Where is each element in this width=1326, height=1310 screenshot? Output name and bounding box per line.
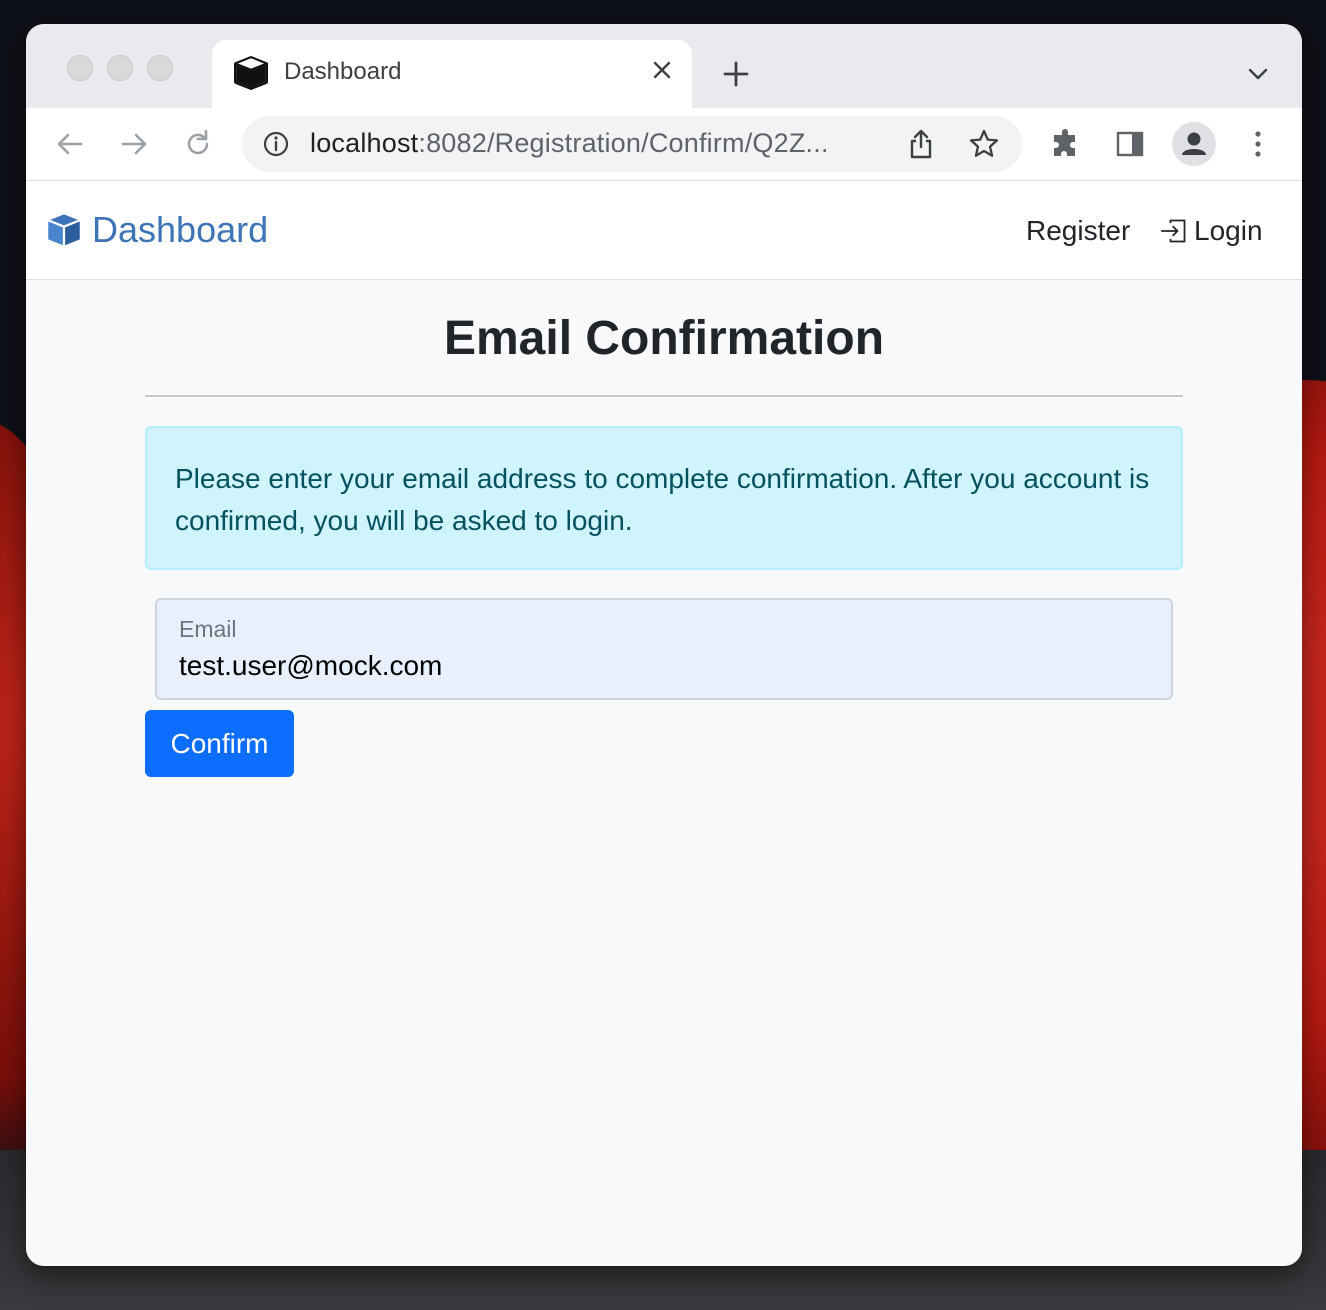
browser-window: Dashboard localhost:8082/Registration/Co… <box>26 24 1302 1266</box>
address-bar[interactable]: localhost:8082/Registration/Confirm/Q2Z.… <box>242 116 1022 172</box>
confirm-button[interactable]: Confirm <box>145 710 294 777</box>
site-info-icon[interactable] <box>262 130 290 158</box>
login-label: Login <box>1194 215 1263 246</box>
brand-link[interactable]: Dashboard <box>46 209 268 251</box>
bookmark-star-icon[interactable] <box>968 128 1000 160</box>
tab-dashboard[interactable]: Dashboard <box>212 40 692 108</box>
login-link[interactable]: Login <box>1160 215 1263 247</box>
new-tab-plus-icon[interactable] <box>722 60 750 88</box>
url-path: :8082/Registration/Confirm/Q2Z... <box>418 128 829 158</box>
url-host: localhost <box>310 128 419 158</box>
brand-text: Dashboard <box>92 209 269 250</box>
browser-toolbar: localhost:8082/Registration/Confirm/Q2Z.… <box>26 108 1302 181</box>
tab-strip: Dashboard <box>26 24 1302 108</box>
share-icon[interactable] <box>906 128 936 160</box>
tab-title: Dashboard <box>284 58 402 85</box>
email-field[interactable] <box>179 648 1139 684</box>
page-title: Email Confirmation <box>443 312 885 365</box>
more-vert-icon[interactable] <box>1242 128 1274 160</box>
email-label: Email <box>179 616 237 642</box>
extensions-puzzle-icon[interactable] <box>1050 128 1082 160</box>
window-close-button[interactable] <box>67 55 93 81</box>
profile-avatar[interactable] <box>1172 122 1216 166</box>
tab-close-icon[interactable] <box>650 58 674 82</box>
window-minimize-button[interactable] <box>107 55 133 81</box>
alert-text: Please enter your email address to compl… <box>175 463 1150 536</box>
box-arrow-in-right-icon <box>1160 219 1186 243</box>
title-divider <box>145 395 1183 397</box>
side-panel-icon[interactable] <box>1114 128 1146 160</box>
url-text: localhost:8082/Registration/Confirm/Q2Z.… <box>310 128 829 159</box>
back-arrow-icon[interactable] <box>54 128 86 160</box>
tab-search-chevron-down-icon[interactable] <box>1246 64 1270 84</box>
person-icon <box>1182 132 1206 155</box>
forward-arrow-icon[interactable] <box>118 128 150 160</box>
email-field-container: Email <box>155 598 1173 700</box>
info-alert: Please enter your email address to compl… <box>145 426 1183 570</box>
reload-icon[interactable] <box>182 128 214 160</box>
register-link[interactable]: Register <box>1026 215 1130 247</box>
page-content: Dashboard Register Login Email Confirmat… <box>26 181 1302 1266</box>
tab-favicon-box-icon <box>234 56 268 90</box>
site-navbar: Dashboard Register Login <box>26 181 1302 280</box>
box-icon <box>48 214 80 246</box>
window-zoom-button[interactable] <box>147 55 173 81</box>
